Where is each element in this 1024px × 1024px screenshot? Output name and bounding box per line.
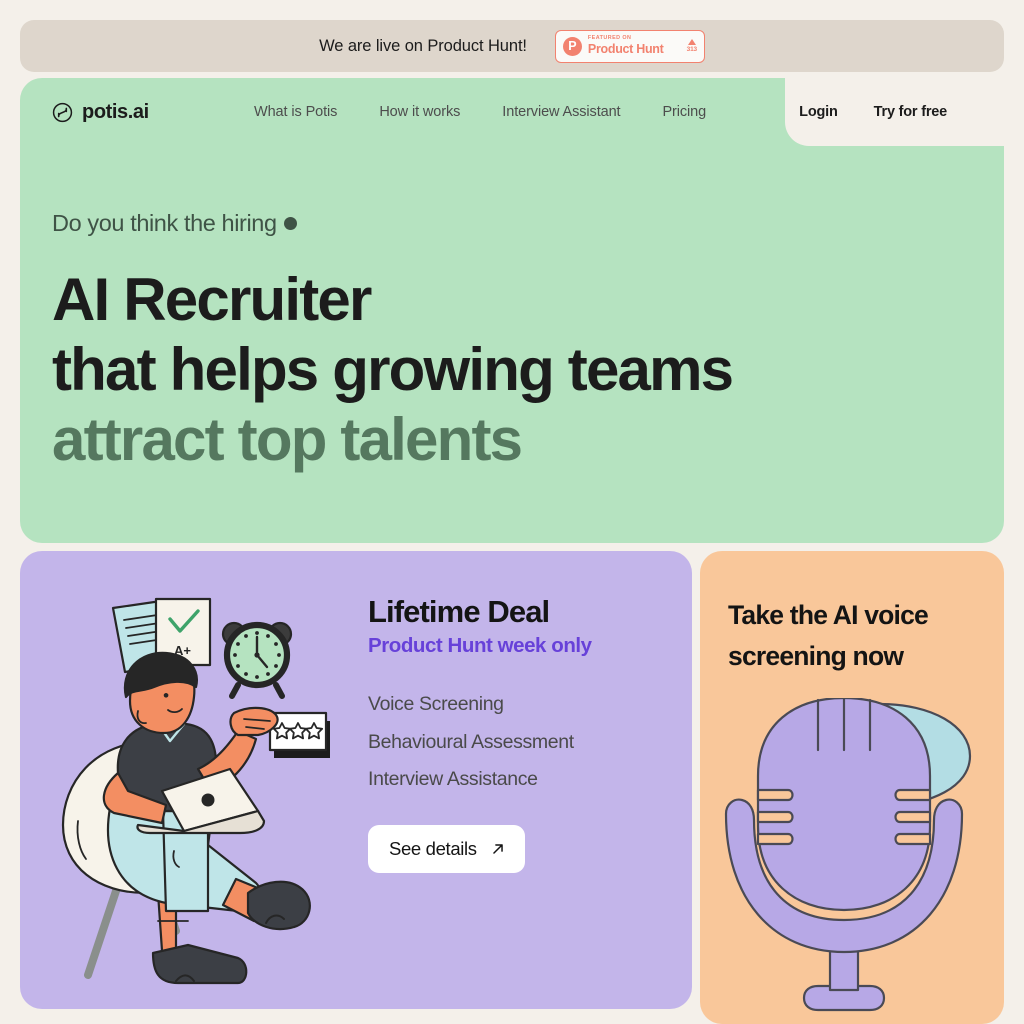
hero-headline-line2: that helps growing teams xyxy=(52,336,734,403)
try-for-free-button[interactable]: Try for free xyxy=(874,104,948,120)
hero-eyebrow-text: Do you think the hiring xyxy=(52,210,277,236)
deal-title: Lifetime Deal xyxy=(368,594,550,629)
nav-links: What is Potis How it works Interview Ass… xyxy=(254,104,706,120)
product-hunt-featured-label: FEATURED ON xyxy=(587,35,632,42)
product-hunt-upvote[interactable]: 313 xyxy=(686,38,697,54)
hero-eyebrow: Do you think the hiring xyxy=(52,210,852,237)
nav-link-how-it-works[interactable]: How it works xyxy=(379,104,460,120)
see-details-button[interactable]: See details xyxy=(368,824,525,873)
voice-card-title-line1: Take the AI voice xyxy=(728,600,929,630)
announcement-banner: We are live on Product Hunt! P FEATURED … xyxy=(20,20,1004,72)
product-hunt-badge[interactable]: P FEATURED ON Product Hunt 313 xyxy=(554,29,705,63)
hero-content: Do you think the hiring AI Recruiter tha… xyxy=(52,210,852,475)
rating-stars-card xyxy=(268,711,330,758)
product-hunt-badge-text: FEATURED ON Product Hunt xyxy=(587,35,681,57)
hero-headline-line3: attract top talents xyxy=(52,406,523,473)
nav-actions: Login Try for free xyxy=(799,104,947,120)
login-button[interactable]: Login xyxy=(799,104,838,120)
voice-card-title-line2: screening now xyxy=(728,641,904,671)
nav-link-what-is-potis[interactable]: What is Potis xyxy=(254,104,337,120)
navbar: potis.ai What is Potis How it works Inte… xyxy=(20,78,1004,146)
voice-card-title: Take the AI voice screening now xyxy=(728,595,988,677)
deal-text-block: Lifetime Deal Product Hunt week only Voi… xyxy=(368,593,678,873)
brand-logo[interactable]: potis.ai xyxy=(52,101,232,124)
announcement-text: We are live on Product Hunt! xyxy=(319,36,527,55)
typing-cursor-dot-icon xyxy=(283,217,297,230)
upvote-count: 313 xyxy=(686,45,697,53)
deal-subtitle: Product Hunt week only xyxy=(368,634,592,657)
lifetime-deal-card: A+ Lifetime Deal Product Hunt week only … xyxy=(20,551,692,1009)
see-details-label: See details xyxy=(389,837,477,859)
product-hunt-logo-icon: P xyxy=(562,36,582,56)
microphone-illustration xyxy=(724,698,972,1012)
voice-screening-card: Take the AI voice screening now xyxy=(700,551,1004,1024)
nav-link-pricing[interactable]: Pricing xyxy=(662,104,706,120)
page-title: AI Recruiter that helps growing teams at… xyxy=(52,265,852,475)
potis-logo-icon xyxy=(52,102,73,122)
upvote-caret-icon xyxy=(687,38,696,45)
deal-feature-behavioural-assessment: Behavioural Assessment xyxy=(368,730,574,753)
arrow-up-right-icon xyxy=(492,843,503,854)
product-hunt-name: Product Hunt xyxy=(587,42,664,57)
deal-feature-interview-assistance: Interview Assistance xyxy=(368,768,538,790)
person-with-laptop-illustration: A+ xyxy=(61,597,330,985)
nav-link-interview-assistant[interactable]: Interview Assistant xyxy=(502,104,620,120)
hero-headline-line1: AI Recruiter xyxy=(52,266,372,333)
brand-name: potis.ai xyxy=(82,100,149,123)
deal-feature-list: Voice Screening Behavioural Assessment I… xyxy=(368,686,678,799)
deal-feature-voice-screening: Voice Screening xyxy=(368,693,504,715)
